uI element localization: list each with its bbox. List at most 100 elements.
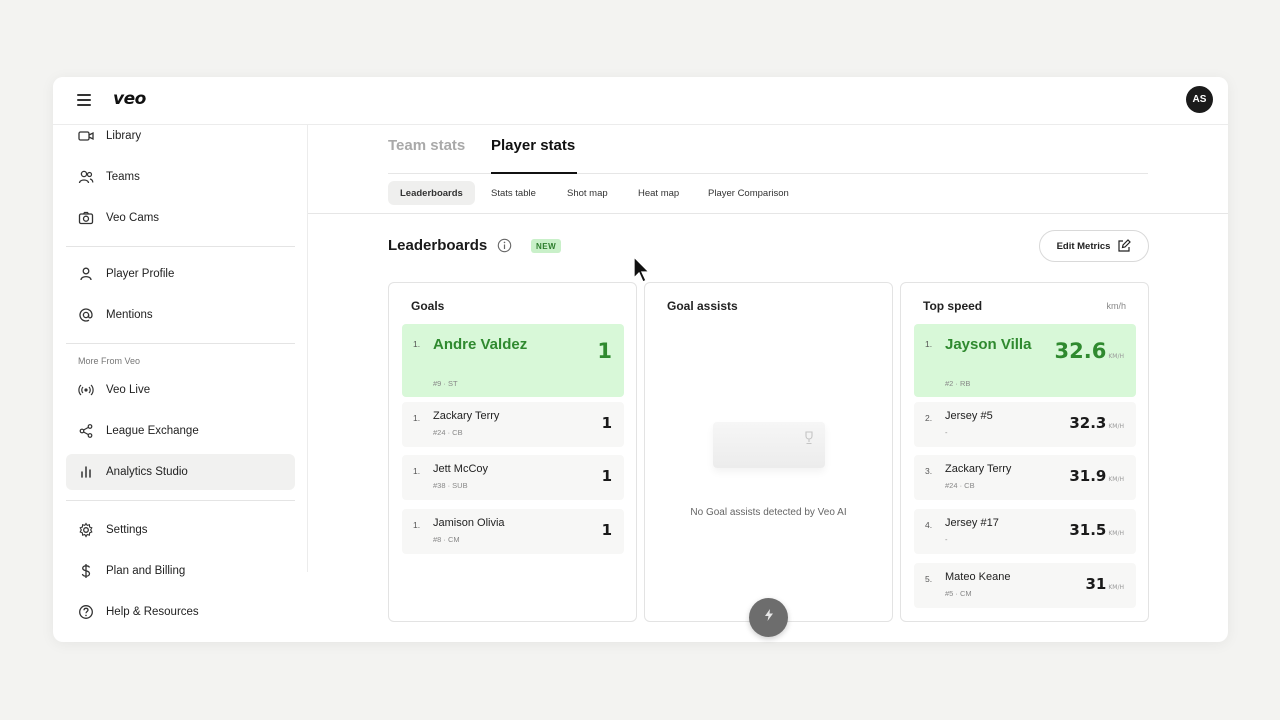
empty-state-illustration [713,422,825,468]
player-position: #5 · CM [945,589,972,598]
subtab-heat-map[interactable]: Heat map [626,181,691,205]
lightning-icon [762,608,776,627]
leaderboard-row[interactable]: 1. Jett McCoy #38 · SUB 1 [402,455,624,500]
player-position: #24 · CB [945,481,975,490]
users-icon [78,169,94,185]
help-circle-icon [78,604,94,620]
rank: 1. [413,339,421,349]
sidebar-item-player-profile[interactable]: Player Profile [66,256,295,292]
player-name: Andre Valdez [433,336,528,353]
sidebar-divider [66,343,295,344]
sidebar-divider [66,500,295,501]
leaderboard-row[interactable]: 3. Zackary Terry #24 · CB 31.9 KM/H [914,455,1136,500]
mouse-cursor-icon [633,255,651,284]
veo-logo[interactable]: veo [113,89,146,109]
subtab-stats-table[interactable]: Stats table [479,181,548,205]
sidebar-item-label: Teams [106,171,140,183]
subtab-shot-map[interactable]: Shot map [555,181,620,205]
stat-value: 1 [597,339,612,363]
sidebar-item-label: Mentions [106,309,153,321]
sidebar-item-league-exchange[interactable]: League Exchange [66,413,295,449]
subtab-player-comparison[interactable]: Player Comparison [696,181,801,205]
stat-value: 32.6 KM/H [1054,339,1124,363]
subtab-leaderboards[interactable]: Leaderboards [388,181,475,205]
leaderboards-title: Leaderboards [388,237,488,254]
stat-value: 31.9 KM/H [1069,467,1124,485]
player-name: Jersey #17 [945,517,999,529]
section-label-more-from-veo: More From Veo [78,356,141,366]
sidebar-item-teams[interactable]: Teams [66,159,295,195]
rank: 2. [925,413,933,423]
rank: 5. [925,574,933,584]
menu-icon[interactable] [77,94,91,106]
veo-ai-button[interactable] [749,598,788,637]
content-divider [308,213,1228,214]
player-name: Zackary Terry [433,410,500,422]
edit-metrics-button[interactable]: Edit Metrics [1039,230,1149,262]
trophy-icon [803,431,815,445]
sidebar-item-label: Settings [106,524,148,536]
bar-chart-icon [78,464,94,480]
player-name: Jersey #5 [945,410,993,422]
gear-icon [78,522,94,538]
share-icon [78,423,94,439]
edit-icon [1117,239,1132,253]
speed-unit-label: km/h [1106,301,1126,311]
player-name: Jayson Villa [945,336,1032,353]
sidebar: Library Teams Veo Cams Player Profile Me… [53,125,308,619]
info-icon[interactable] [497,238,512,253]
sidebar-item-help-resources[interactable]: Help & Resources [66,594,295,630]
person-icon [78,266,94,282]
sidebar-divider [66,246,295,247]
player-name: Zackary Terry [945,463,1012,475]
leaderboard-row[interactable]: 1. Andre Valdez #9 · ST 1 [402,324,624,397]
leaderboard-row[interactable]: 4. Jersey #17 - 31.5 KM/H [914,509,1136,554]
app-window: veo AS Library Teams Veo Cams Player Pro… [53,77,1228,642]
sidebar-item-label: Help & Resources [106,606,199,618]
new-badge: NEW [531,239,562,253]
goals-card: Goals 1. Andre Valdez #9 · ST 1 1. Zacka… [388,282,637,622]
tab-team-stats[interactable]: Team stats [388,137,465,154]
avatar[interactable]: AS [1186,86,1213,113]
sidebar-item-label: Analytics Studio [106,466,188,478]
sidebar-item-label: Veo Cams [106,212,160,224]
tab-player-stats[interactable]: Player stats [491,137,575,154]
sidebar-item-mentions[interactable]: Mentions [66,297,295,333]
sidebar-item-plan-and-billing[interactable]: Plan and Billing [66,553,295,589]
player-position: #9 · ST [433,379,458,388]
stat-value: 1 [601,414,612,432]
stat-value: 1 [601,521,612,539]
edit-metrics-label: Edit Metrics [1056,240,1111,252]
player-name: Jett McCoy [433,463,489,475]
rank: 1. [413,520,421,530]
sidebar-item-label: Library [106,130,142,142]
player-position: - [945,428,948,437]
leaderboard-row[interactable]: 1. Jayson Villa #2 · RB 32.6 KM/H [914,324,1136,397]
camera-icon [78,210,94,226]
video-camera-icon [78,128,94,144]
leaderboard-row[interactable]: 1. Zackary Terry #24 · CB 1 [402,402,624,447]
dollar-icon [78,563,94,579]
sidebar-item-label: League Exchange [106,425,199,437]
leaderboard-row[interactable]: 2. Jersey #5 - 32.3 KM/H [914,402,1136,447]
goal-assists-card-title: Goal assists [667,299,738,313]
sidebar-item-analytics-studio[interactable]: Analytics Studio [66,454,295,490]
sidebar-item-veo-cams[interactable]: Veo Cams [66,200,295,236]
leaderboard-row[interactable]: 1. Jamison Olivia #8 · CM 1 [402,509,624,554]
broadcast-icon [78,382,94,398]
stat-value: 1 [601,467,612,485]
goals-card-title: Goals [411,299,445,313]
rank: 1. [413,466,421,476]
rank: 1. [925,339,933,349]
top-speed-card: Top speed km/h 1. Jayson Villa #2 · RB 3… [900,282,1149,622]
empty-state-text: No Goal assists detected by Veo AI [690,507,847,518]
sidebar-item-veo-live[interactable]: Veo Live [66,372,295,408]
rank: 1. [413,413,421,423]
player-position: #8 · CM [433,535,460,544]
sidebar-item-library[interactable]: Library [66,118,295,154]
player-name: Mateo Keane [945,571,1011,583]
sidebar-item-settings[interactable]: Settings [66,512,295,548]
stat-value: 31.5 KM/H [1069,521,1124,539]
stat-value: 31 KM/H [1085,575,1124,593]
leaderboard-row[interactable]: 5. Mateo Keane #5 · CM 31 KM/H [914,563,1136,608]
